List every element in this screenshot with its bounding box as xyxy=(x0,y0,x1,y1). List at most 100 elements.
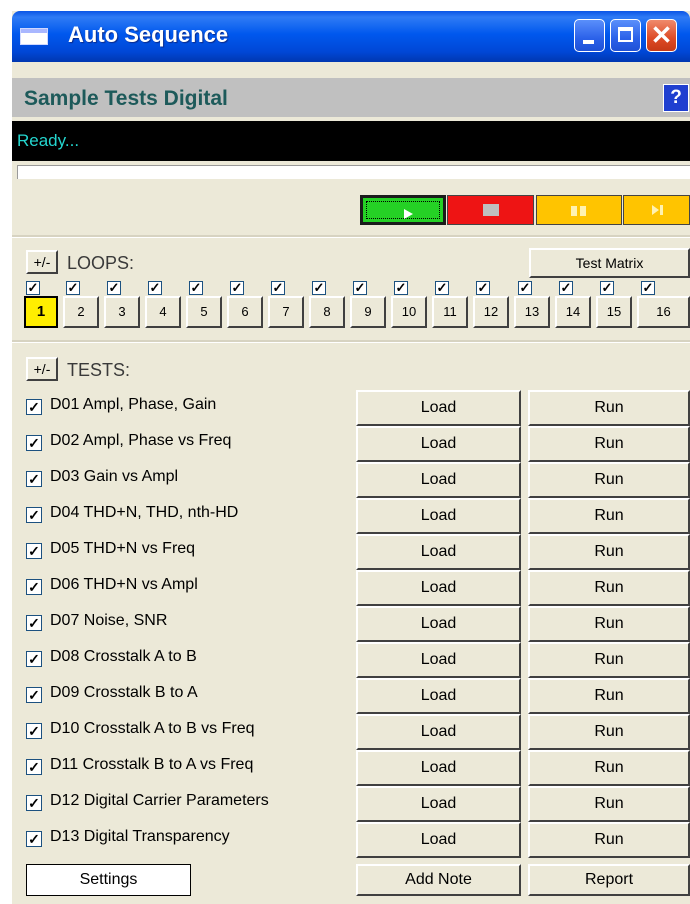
window-app-icon xyxy=(20,28,48,45)
loop-checkbox[interactable]: ✓ xyxy=(559,281,573,295)
run-button[interactable]: Run xyxy=(528,534,690,570)
loop-number-button[interactable]: 3 xyxy=(104,296,140,328)
test-name: D01 Ampl, Phase, Gain xyxy=(50,396,217,413)
loop-number-button[interactable]: 4 xyxy=(145,296,181,328)
tests-toggle-button[interactable]: +/- xyxy=(26,357,58,381)
load-button[interactable]: Load xyxy=(356,570,521,606)
run-button[interactable]: Run xyxy=(528,678,690,714)
loop-number-button[interactable]: 7 xyxy=(268,296,304,328)
load-button[interactable]: Load xyxy=(356,462,521,498)
test-name: D09 Crosstalk B to A xyxy=(50,684,198,701)
add-note-button[interactable]: Add Note xyxy=(356,864,521,896)
auto-sequence-window: Auto Sequence ✕ Sample Tests Digital ? R… xyxy=(12,11,690,904)
test-checkbox[interactable]: ✓ xyxy=(26,723,42,739)
loop-checkbox[interactable]: ✓ xyxy=(312,281,326,295)
load-button[interactable]: Load xyxy=(356,606,521,642)
load-button[interactable]: Load xyxy=(356,390,521,426)
load-button[interactable]: Load xyxy=(356,498,521,534)
report-button[interactable]: Report xyxy=(528,864,690,896)
stop-icon xyxy=(483,204,499,216)
loop-number-button[interactable]: 8 xyxy=(309,296,345,328)
load-button[interactable]: Load xyxy=(356,642,521,678)
load-button[interactable]: Load xyxy=(356,426,521,462)
loop-checkbox[interactable]: ✓ xyxy=(189,281,203,295)
loop-number-button[interactable]: 14 xyxy=(555,296,591,328)
loop-checkbox[interactable]: ✓ xyxy=(435,281,449,295)
pause-button[interactable] xyxy=(536,195,622,225)
loop-checkbox[interactable]: ✓ xyxy=(148,281,162,295)
run-button[interactable]: Run xyxy=(528,462,690,498)
test-checkbox[interactable]: ✓ xyxy=(26,831,42,847)
run-button[interactable]: Run xyxy=(528,786,690,822)
step-button[interactable] xyxy=(623,195,690,225)
tests-label: TESTS: xyxy=(67,360,131,380)
loop-checkbox[interactable]: ✓ xyxy=(26,281,40,295)
pause-icon xyxy=(571,206,577,216)
loop-number-button[interactable]: 13 xyxy=(514,296,550,328)
test-name: D06 THD+N vs Ampl xyxy=(50,576,198,593)
load-button[interactable]: Load xyxy=(356,678,521,714)
run-button[interactable]: Run xyxy=(528,750,690,786)
maximize-button[interactable] xyxy=(610,19,641,52)
help-button[interactable]: ? xyxy=(663,84,689,112)
sequence-header: Sample Tests Digital ? xyxy=(12,78,690,117)
loop-checkbox[interactable]: ✓ xyxy=(394,281,408,295)
test-checkbox[interactable]: ✓ xyxy=(26,687,42,703)
test-name: D04 THD+N, THD, nth-HD xyxy=(50,504,239,521)
load-button[interactable]: Load xyxy=(356,714,521,750)
loops-toggle-button[interactable]: +/- xyxy=(26,250,58,274)
title-bar[interactable]: Auto Sequence ✕ xyxy=(12,11,690,62)
loop-checkbox[interactable]: ✓ xyxy=(230,281,244,295)
test-checkbox[interactable]: ✓ xyxy=(26,579,42,595)
run-button[interactable]: Run xyxy=(528,714,690,750)
loop-number-button[interactable]: 1 xyxy=(24,296,58,328)
loop-number-button[interactable]: 11 xyxy=(432,296,468,328)
loop-checkbox[interactable]: ✓ xyxy=(66,281,80,295)
load-button[interactable]: Load xyxy=(356,822,521,858)
run-button[interactable]: Run xyxy=(528,822,690,858)
test-checkbox[interactable]: ✓ xyxy=(26,507,42,523)
test-checkbox[interactable]: ✓ xyxy=(26,435,42,451)
loop-checkbox[interactable]: ✓ xyxy=(107,281,121,295)
test-checkbox[interactable]: ✓ xyxy=(26,543,42,559)
loop-checkbox[interactable]: ✓ xyxy=(518,281,532,295)
load-button[interactable]: Load xyxy=(356,534,521,570)
run-button[interactable]: Run xyxy=(528,606,690,642)
minimize-button[interactable] xyxy=(574,19,605,52)
loop-number-button[interactable]: 5 xyxy=(186,296,222,328)
stop-button[interactable] xyxy=(447,195,534,225)
run-button[interactable]: Run xyxy=(528,426,690,462)
test-checkbox[interactable]: ✓ xyxy=(26,795,42,811)
test-checkbox[interactable]: ✓ xyxy=(26,615,42,631)
run-button[interactable]: Run xyxy=(528,390,690,426)
test-matrix-button[interactable]: Test Matrix xyxy=(529,248,690,278)
loop-checkbox[interactable]: ✓ xyxy=(271,281,285,295)
play-button[interactable] xyxy=(360,195,446,225)
loop-number-button[interactable]: 2 xyxy=(63,296,99,328)
loop-number-button[interactable]: 10 xyxy=(391,296,427,328)
test-name: D08 Crosstalk A to B xyxy=(50,648,197,665)
test-checkbox[interactable]: ✓ xyxy=(26,651,42,667)
loop-number-button[interactable]: 15 xyxy=(596,296,632,328)
run-button[interactable]: Run xyxy=(528,498,690,534)
loop-checkbox[interactable]: ✓ xyxy=(476,281,490,295)
sequence-title: Sample Tests Digital xyxy=(24,87,228,110)
loop-number-button[interactable]: 12 xyxy=(473,296,509,328)
loop-number-button[interactable]: 16 xyxy=(637,296,690,328)
minimize-icon xyxy=(583,40,594,44)
run-button[interactable]: Run xyxy=(528,570,690,606)
settings-button[interactable]: Settings xyxy=(26,864,191,896)
test-checkbox[interactable]: ✓ xyxy=(26,471,42,487)
run-button[interactable]: Run xyxy=(528,642,690,678)
load-button[interactable]: Load xyxy=(356,786,521,822)
test-name: D07 Noise, SNR xyxy=(50,612,168,629)
close-button[interactable]: ✕ xyxy=(646,19,677,52)
test-checkbox[interactable]: ✓ xyxy=(26,759,42,775)
loop-number-button[interactable]: 9 xyxy=(350,296,386,328)
load-button[interactable]: Load xyxy=(356,750,521,786)
loop-number-button[interactable]: 6 xyxy=(227,296,263,328)
loop-checkbox[interactable]: ✓ xyxy=(641,281,655,295)
loop-checkbox[interactable]: ✓ xyxy=(353,281,367,295)
loop-checkbox[interactable]: ✓ xyxy=(600,281,614,295)
test-checkbox[interactable]: ✓ xyxy=(26,399,42,415)
